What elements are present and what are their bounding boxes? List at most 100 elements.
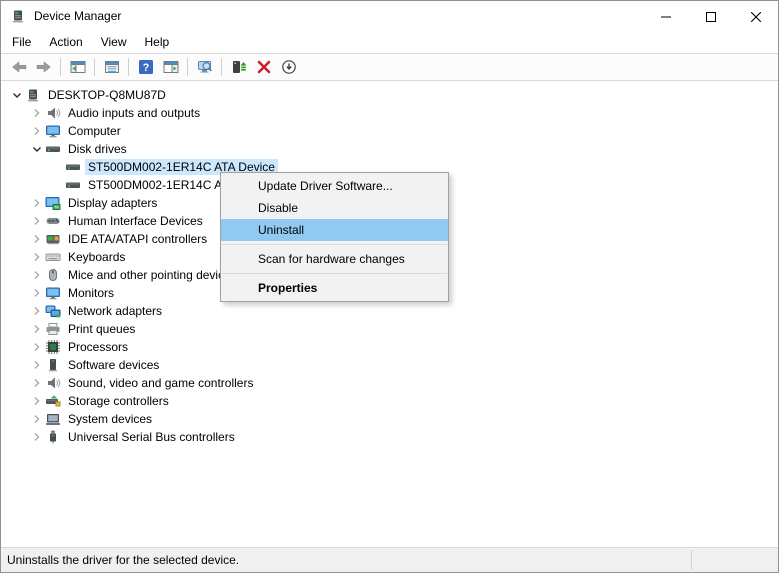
properties-window-icon	[104, 59, 120, 75]
tree-item-storage-controllers[interactable]: Storage controllers	[1, 392, 778, 410]
context-menu-separator	[222, 273, 447, 274]
context-menu-item-disable[interactable]: Disable	[221, 197, 448, 219]
tree-item-label: Monitors	[65, 285, 117, 301]
processor-icon	[45, 339, 61, 355]
tree-item-label: System devices	[65, 411, 155, 427]
network-icon	[45, 303, 61, 319]
speaker-icon	[45, 375, 61, 391]
tree-item-label: DESKTOP-Q8MU87D	[45, 87, 169, 103]
menubar: FileActionViewHelp	[1, 31, 778, 53]
tree-item-label: Software devices	[65, 357, 162, 373]
mouse-icon	[45, 267, 61, 283]
chevron-collapsed-icon[interactable]	[29, 411, 45, 427]
update-driver-button[interactable]	[227, 56, 250, 79]
menu-help[interactable]: Help	[136, 32, 179, 52]
maximize-button[interactable]	[688, 1, 733, 31]
tree-item-label: Universal Serial Bus controllers	[65, 429, 238, 445]
toolbar-separator	[94, 58, 95, 76]
update-driver-icon	[231, 59, 247, 75]
scan-hardware-changes-button[interactable]	[193, 56, 216, 79]
tree-item-label: Audio inputs and outputs	[65, 105, 203, 121]
minimize-button[interactable]	[643, 1, 688, 31]
tree-item-universal-serial-bus-controllers[interactable]: Universal Serial Bus controllers	[1, 428, 778, 446]
properties-button[interactable]	[100, 56, 123, 79]
chevron-collapsed-icon[interactable]	[29, 321, 45, 337]
chevron-collapsed-icon[interactable]	[29, 213, 45, 229]
context-menu-separator	[222, 244, 447, 245]
chevron-collapsed-icon[interactable]	[29, 123, 45, 139]
chevron-collapsed-icon[interactable]	[29, 357, 45, 373]
close-icon	[751, 11, 761, 21]
tree-item-label: Network adapters	[65, 303, 165, 319]
chevron-expanded-icon[interactable]	[29, 141, 45, 157]
monitor-icon	[45, 285, 61, 301]
speaker-icon	[45, 105, 61, 121]
chevron-collapsed-icon[interactable]	[29, 375, 45, 391]
menu-file[interactable]: File	[3, 32, 40, 52]
toolbar: ?	[1, 53, 778, 81]
tree-item-software-devices[interactable]: Software devices	[1, 356, 778, 374]
chevron-collapsed-icon[interactable]	[29, 285, 45, 301]
tree-item-system-devices[interactable]: System devices	[1, 410, 778, 428]
chevron-expanded-icon[interactable]	[9, 87, 25, 103]
tree-item-label: Processors	[65, 339, 131, 355]
tree-item-processors[interactable]: Processors	[1, 338, 778, 356]
window-title: Device Manager	[34, 9, 121, 23]
tree-item-computer[interactable]: Computer	[1, 122, 778, 140]
chevron-collapsed-icon[interactable]	[29, 303, 45, 319]
chevron-collapsed-icon[interactable]	[29, 249, 45, 265]
chevron-collapsed-icon[interactable]	[29, 429, 45, 445]
display-adapter-icon	[45, 195, 61, 211]
hdd-icon	[45, 141, 61, 157]
context-menu-item-update-driver-software[interactable]: Update Driver Software...	[221, 175, 448, 197]
context-menu-item-uninstall[interactable]: Uninstall	[221, 219, 448, 241]
menu-action[interactable]: Action	[40, 32, 91, 52]
toolbar-separator	[221, 58, 222, 76]
device-manager-icon	[10, 8, 26, 24]
chevron-collapsed-icon[interactable]	[29, 267, 45, 283]
toolbar-separator	[187, 58, 188, 76]
usb-icon	[45, 429, 61, 445]
disable-down-icon	[281, 59, 297, 75]
tree-item-label: Keyboards	[65, 249, 128, 265]
toolbar-separator	[128, 58, 129, 76]
help-button[interactable]: ?	[134, 56, 157, 79]
chevron-collapsed-icon[interactable]	[29, 339, 45, 355]
titlebar: Device Manager	[1, 1, 778, 31]
tree-item-network-adapters[interactable]: Network adapters	[1, 302, 778, 320]
uninstall-button[interactable]	[252, 56, 275, 79]
action-pane-icon	[163, 59, 179, 75]
printer-icon	[45, 321, 61, 337]
hid-icon	[45, 213, 61, 229]
scan-computer-icon	[197, 59, 213, 75]
tree-item-audio-inputs-and-outputs[interactable]: Audio inputs and outputs	[1, 104, 778, 122]
back-button[interactable]	[7, 56, 30, 79]
chevron-spacer	[49, 159, 65, 175]
close-button[interactable]	[733, 1, 778, 31]
menu-view[interactable]: View	[92, 32, 136, 52]
chevron-collapsed-icon[interactable]	[29, 231, 45, 247]
tree-item-label: IDE ATA/ATAPI controllers	[65, 231, 210, 247]
tree-item-label: Sound, video and game controllers	[65, 375, 256, 391]
chevron-collapsed-icon[interactable]	[29, 195, 45, 211]
action-pane-button[interactable]	[159, 56, 182, 79]
device-tree: DESKTOP-Q8MU87D Audio inputs and outputs C…	[1, 81, 778, 546]
tree-item-print-queues[interactable]: Print queues	[1, 320, 778, 338]
statusbar-divider	[691, 550, 692, 570]
show-console-tree-button[interactable]	[66, 56, 89, 79]
system-device-icon	[45, 411, 61, 427]
context-menu-item-scan-for-hardware-changes[interactable]: Scan for hardware changes	[221, 248, 448, 270]
tree-item-label: Computer	[65, 123, 124, 139]
chevron-spacer	[49, 177, 65, 193]
tree-item-desktop-q8mu87d[interactable]: DESKTOP-Q8MU87D	[1, 86, 778, 104]
tree-item-disk-drives[interactable]: Disk drives	[1, 140, 778, 158]
window-controls	[643, 1, 778, 31]
tree-item-sound-video-and-game-controllers[interactable]: Sound, video and game controllers	[1, 374, 778, 392]
hdd-icon	[65, 177, 81, 193]
forward-button[interactable]	[32, 56, 55, 79]
chevron-collapsed-icon[interactable]	[29, 393, 45, 409]
disable-button[interactable]	[277, 56, 300, 79]
context-menu-item-properties[interactable]: Properties	[221, 277, 448, 299]
tree-item-label: Print queues	[65, 321, 138, 337]
chevron-collapsed-icon[interactable]	[29, 105, 45, 121]
